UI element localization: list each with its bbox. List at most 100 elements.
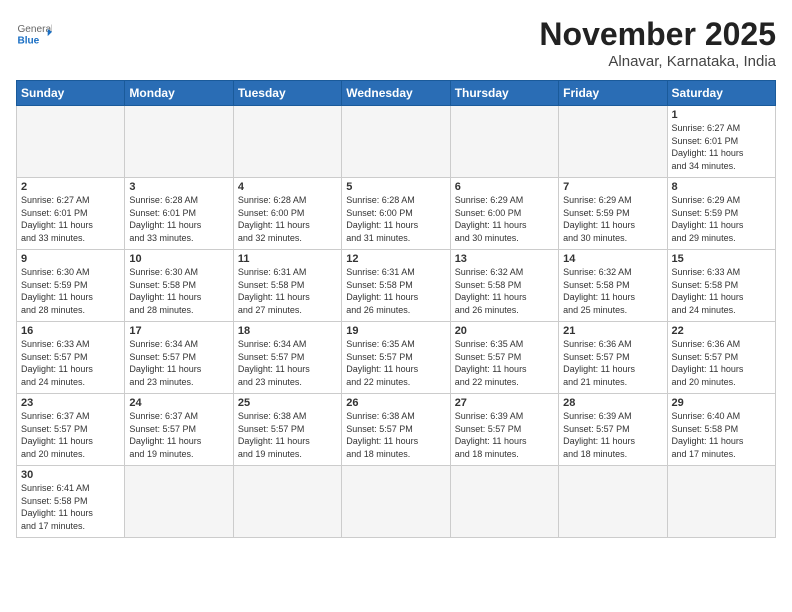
day-info: Sunrise: 6:30 AMSunset: 5:59 PMDaylight:… bbox=[21, 266, 120, 316]
day-cell-11: 11 Sunrise: 6:31 AMSunset: 5:58 PMDaylig… bbox=[233, 250, 341, 322]
day-number: 21 bbox=[563, 325, 662, 337]
day-cell-6: 6 Sunrise: 6:29 AMSunset: 6:00 PMDayligh… bbox=[450, 178, 558, 250]
day-info: Sunrise: 6:37 AMSunset: 5:57 PMDaylight:… bbox=[21, 410, 120, 460]
day-number: 13 bbox=[455, 253, 554, 265]
day-cell-28: 28 Sunrise: 6:39 AMSunset: 5:57 PMDaylig… bbox=[559, 394, 667, 466]
day-info: Sunrise: 6:33 AMSunset: 5:58 PMDaylight:… bbox=[672, 266, 771, 316]
day-number: 18 bbox=[238, 325, 337, 337]
day-info: Sunrise: 6:39 AMSunset: 5:57 PMDaylight:… bbox=[563, 410, 662, 460]
day-cell-15: 15 Sunrise: 6:33 AMSunset: 5:58 PMDaylig… bbox=[667, 250, 775, 322]
day-cell-7: 7 Sunrise: 6:29 AMSunset: 5:59 PMDayligh… bbox=[559, 178, 667, 250]
table-row: 1 Sunrise: 6:27 AMSunset: 6:01 PMDayligh… bbox=[17, 106, 776, 178]
day-number: 7 bbox=[563, 181, 662, 193]
day-cell-29: 29 Sunrise: 6:40 AMSunset: 5:58 PMDaylig… bbox=[667, 394, 775, 466]
day-info: Sunrise: 6:29 AMSunset: 5:59 PMDaylight:… bbox=[563, 194, 662, 244]
day-cell-17: 17 Sunrise: 6:34 AMSunset: 5:57 PMDaylig… bbox=[125, 322, 233, 394]
day-info: Sunrise: 6:27 AMSunset: 6:01 PMDaylight:… bbox=[21, 194, 120, 244]
day-info: Sunrise: 6:35 AMSunset: 5:57 PMDaylight:… bbox=[346, 338, 445, 388]
title-block: November 2025 Alnavar, Karnataka, India bbox=[539, 16, 776, 70]
page-header: General Blue November 2025 Alnavar, Karn… bbox=[16, 16, 776, 70]
logo: General Blue bbox=[16, 16, 52, 52]
day-number: 15 bbox=[672, 253, 771, 265]
day-cell-20: 20 Sunrise: 6:35 AMSunset: 5:57 PMDaylig… bbox=[450, 322, 558, 394]
calendar-table: Sunday Monday Tuesday Wednesday Thursday… bbox=[16, 80, 776, 538]
day-number: 6 bbox=[455, 181, 554, 193]
day-cell-3: 3 Sunrise: 6:28 AMSunset: 6:01 PMDayligh… bbox=[125, 178, 233, 250]
day-number: 1 bbox=[672, 109, 771, 121]
day-cell-13: 13 Sunrise: 6:32 AMSunset: 5:58 PMDaylig… bbox=[450, 250, 558, 322]
day-number: 19 bbox=[346, 325, 445, 337]
day-number: 26 bbox=[346, 397, 445, 409]
day-info: Sunrise: 6:32 AMSunset: 5:58 PMDaylight:… bbox=[455, 266, 554, 316]
header-wednesday: Wednesday bbox=[342, 81, 450, 106]
day-info: Sunrise: 6:29 AMSunset: 5:59 PMDaylight:… bbox=[672, 194, 771, 244]
table-row: 2 Sunrise: 6:27 AMSunset: 6:01 PMDayligh… bbox=[17, 178, 776, 250]
empty-cell bbox=[125, 466, 233, 538]
empty-cell bbox=[342, 466, 450, 538]
day-cell-1: 1 Sunrise: 6:27 AMSunset: 6:01 PMDayligh… bbox=[667, 106, 775, 178]
day-cell-22: 22 Sunrise: 6:36 AMSunset: 5:57 PMDaylig… bbox=[667, 322, 775, 394]
day-info: Sunrise: 6:31 AMSunset: 5:58 PMDaylight:… bbox=[346, 266, 445, 316]
day-cell-12: 12 Sunrise: 6:31 AMSunset: 5:58 PMDaylig… bbox=[342, 250, 450, 322]
day-cell-9: 9 Sunrise: 6:30 AMSunset: 5:59 PMDayligh… bbox=[17, 250, 125, 322]
table-row: 9 Sunrise: 6:30 AMSunset: 5:59 PMDayligh… bbox=[17, 250, 776, 322]
header-monday: Monday bbox=[125, 81, 233, 106]
header-sunday: Sunday bbox=[17, 81, 125, 106]
day-number: 10 bbox=[129, 253, 228, 265]
day-info: Sunrise: 6:38 AMSunset: 5:57 PMDaylight:… bbox=[346, 410, 445, 460]
day-info: Sunrise: 6:28 AMSunset: 6:01 PMDaylight:… bbox=[129, 194, 228, 244]
day-number: 30 bbox=[21, 469, 120, 481]
day-cell-8: 8 Sunrise: 6:29 AMSunset: 5:59 PMDayligh… bbox=[667, 178, 775, 250]
header-tuesday: Tuesday bbox=[233, 81, 341, 106]
day-number: 3 bbox=[129, 181, 228, 193]
day-cell-5: 5 Sunrise: 6:28 AMSunset: 6:00 PMDayligh… bbox=[342, 178, 450, 250]
table-row: 30 Sunrise: 6:41 AMSunset: 5:58 PMDaylig… bbox=[17, 466, 776, 538]
weekday-header-row: Sunday Monday Tuesday Wednesday Thursday… bbox=[17, 81, 776, 106]
day-info: Sunrise: 6:36 AMSunset: 5:57 PMDaylight:… bbox=[563, 338, 662, 388]
day-cell-26: 26 Sunrise: 6:38 AMSunset: 5:57 PMDaylig… bbox=[342, 394, 450, 466]
day-cell-14: 14 Sunrise: 6:32 AMSunset: 5:58 PMDaylig… bbox=[559, 250, 667, 322]
day-cell-10: 10 Sunrise: 6:30 AMSunset: 5:58 PMDaylig… bbox=[125, 250, 233, 322]
day-info: Sunrise: 6:41 AMSunset: 5:58 PMDaylight:… bbox=[21, 482, 120, 532]
day-number: 28 bbox=[563, 397, 662, 409]
empty-cell bbox=[233, 466, 341, 538]
day-number: 9 bbox=[21, 253, 120, 265]
empty-cell bbox=[125, 106, 233, 178]
day-number: 27 bbox=[455, 397, 554, 409]
day-info: Sunrise: 6:31 AMSunset: 5:58 PMDaylight:… bbox=[238, 266, 337, 316]
day-info: Sunrise: 6:29 AMSunset: 6:00 PMDaylight:… bbox=[455, 194, 554, 244]
day-number: 12 bbox=[346, 253, 445, 265]
day-number: 23 bbox=[21, 397, 120, 409]
empty-cell bbox=[450, 466, 558, 538]
header-saturday: Saturday bbox=[667, 81, 775, 106]
day-number: 8 bbox=[672, 181, 771, 193]
empty-cell bbox=[450, 106, 558, 178]
header-thursday: Thursday bbox=[450, 81, 558, 106]
day-cell-21: 21 Sunrise: 6:36 AMSunset: 5:57 PMDaylig… bbox=[559, 322, 667, 394]
empty-cell bbox=[342, 106, 450, 178]
day-number: 16 bbox=[21, 325, 120, 337]
day-number: 20 bbox=[455, 325, 554, 337]
day-info: Sunrise: 6:34 AMSunset: 5:57 PMDaylight:… bbox=[129, 338, 228, 388]
day-info: Sunrise: 6:40 AMSunset: 5:58 PMDaylight:… bbox=[672, 410, 771, 460]
day-info: Sunrise: 6:36 AMSunset: 5:57 PMDaylight:… bbox=[672, 338, 771, 388]
empty-cell bbox=[559, 106, 667, 178]
day-info: Sunrise: 6:30 AMSunset: 5:58 PMDaylight:… bbox=[129, 266, 228, 316]
svg-text:Blue: Blue bbox=[17, 35, 39, 46]
table-row: 23 Sunrise: 6:37 AMSunset: 5:57 PMDaylig… bbox=[17, 394, 776, 466]
day-info: Sunrise: 6:28 AMSunset: 6:00 PMDaylight:… bbox=[346, 194, 445, 244]
day-number: 4 bbox=[238, 181, 337, 193]
day-info: Sunrise: 6:39 AMSunset: 5:57 PMDaylight:… bbox=[455, 410, 554, 460]
day-number: 24 bbox=[129, 397, 228, 409]
day-cell-19: 19 Sunrise: 6:35 AMSunset: 5:57 PMDaylig… bbox=[342, 322, 450, 394]
empty-cell bbox=[233, 106, 341, 178]
day-number: 29 bbox=[672, 397, 771, 409]
day-info: Sunrise: 6:27 AMSunset: 6:01 PMDaylight:… bbox=[672, 122, 771, 172]
day-number: 2 bbox=[21, 181, 120, 193]
svg-text:General: General bbox=[17, 24, 52, 35]
empty-cell bbox=[559, 466, 667, 538]
day-cell-4: 4 Sunrise: 6:28 AMSunset: 6:00 PMDayligh… bbox=[233, 178, 341, 250]
day-info: Sunrise: 6:34 AMSunset: 5:57 PMDaylight:… bbox=[238, 338, 337, 388]
header-friday: Friday bbox=[559, 81, 667, 106]
day-number: 17 bbox=[129, 325, 228, 337]
